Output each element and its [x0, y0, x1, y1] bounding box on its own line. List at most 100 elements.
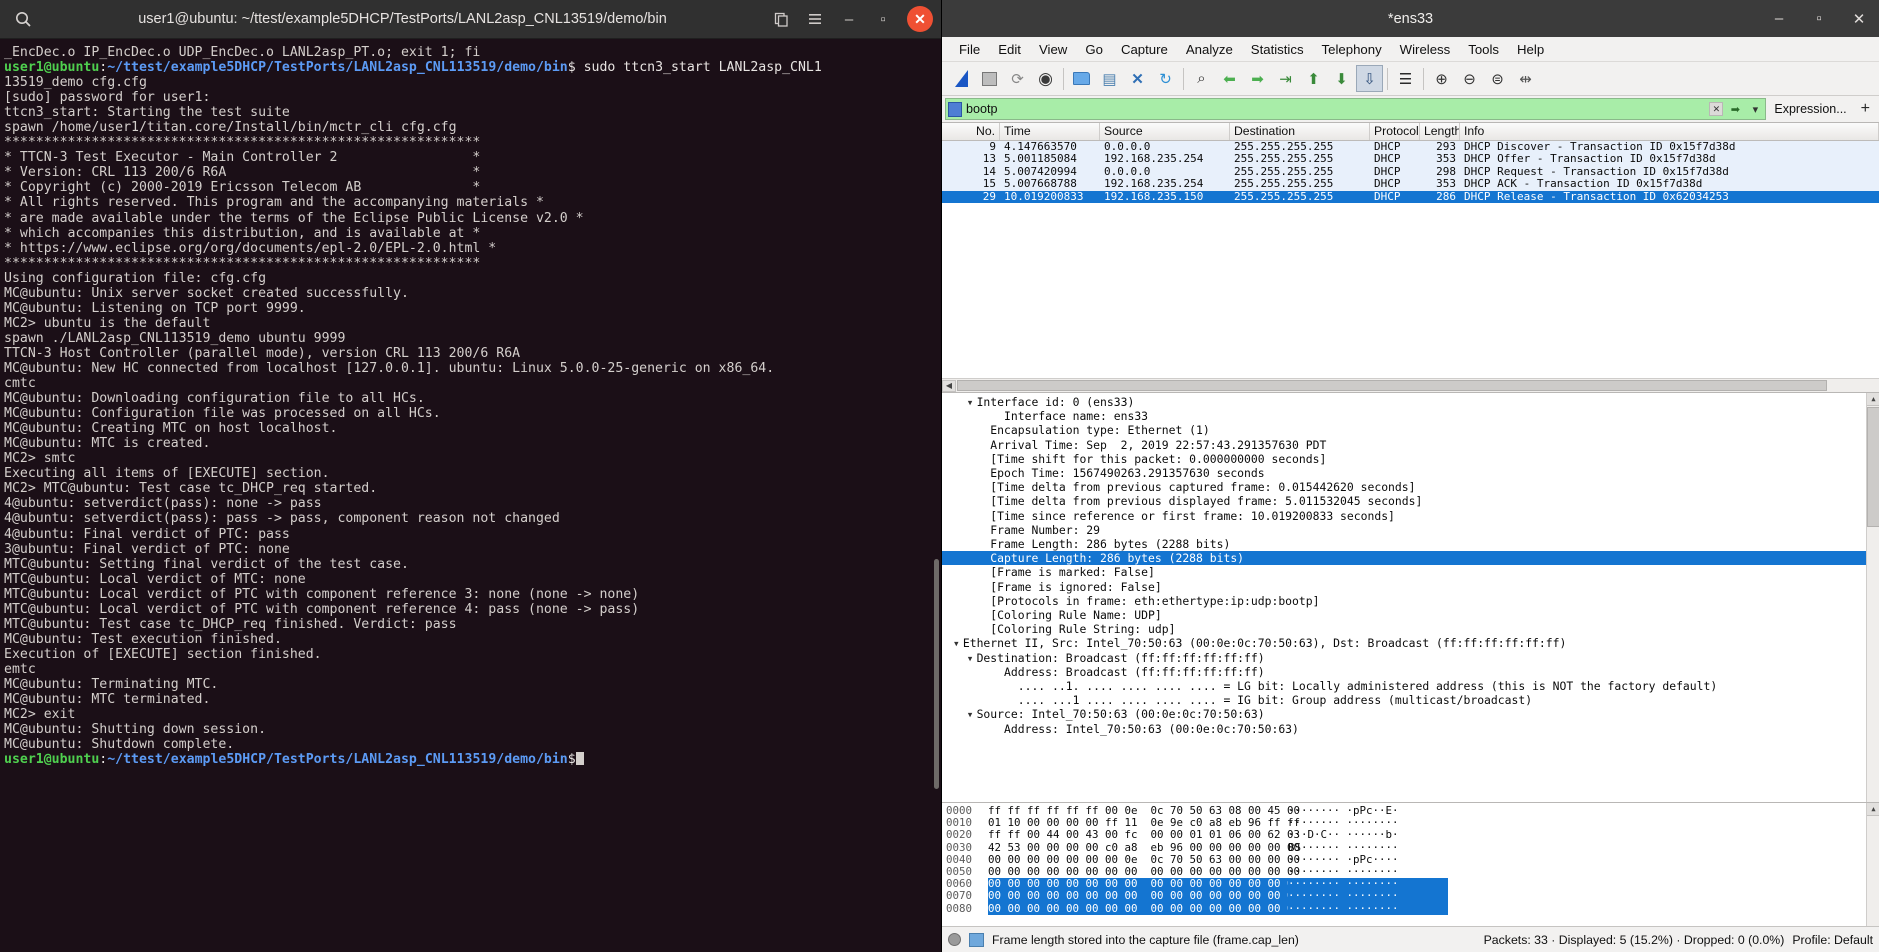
- open-file-icon[interactable]: [1068, 65, 1095, 92]
- packet-list-pane[interactable]: No. Time Source Destination Protocol Len…: [942, 122, 1879, 392]
- scroll-up-icon[interactable]: ▲: [1867, 803, 1879, 816]
- bookmark-icon[interactable]: [948, 101, 962, 117]
- detail-tree-row[interactable]: [Coloring Rule String: udp]: [942, 622, 1879, 636]
- normal-size-icon[interactable]: ⊜: [1484, 65, 1511, 92]
- detail-tree-row[interactable]: .... ...1 .... .... .... .... = IG bit: …: [942, 693, 1879, 707]
- minimize-icon[interactable]: –: [833, 3, 865, 35]
- chevron-down-icon[interactable]: ▾: [967, 651, 977, 665]
- column-header-info[interactable]: Info: [1460, 123, 1879, 140]
- detail-tree-row[interactable]: Address: Broadcast (ff:ff:ff:ff:ff:ff): [942, 665, 1879, 679]
- hex-dump-row[interactable]: 0030 42 53 00 00 00 00 c0 a8 eb 96 00 00 …: [942, 841, 1879, 854]
- status-profile[interactable]: Profile: Default: [1792, 933, 1873, 947]
- terminal-body[interactable]: _EncDec.o IP_EncDec.o UDP_EncDec.o LANL2…: [0, 39, 941, 952]
- menu-edit[interactable]: Edit: [989, 40, 1030, 59]
- maximize-icon[interactable]: ▫: [867, 3, 899, 35]
- reload-file-icon[interactable]: ↻: [1152, 65, 1179, 92]
- go-to-first-icon[interactable]: ⬆: [1300, 65, 1327, 92]
- detail-tree-row[interactable]: [Time since reference or first frame: 10…: [942, 509, 1879, 523]
- menu-go[interactable]: Go: [1076, 40, 1112, 59]
- packet-list-row[interactable]: 9 4.147663570 0.0.0.0 255.255.255.255 DHCP 29…: [942, 141, 1879, 154]
- go-forward-icon[interactable]: ➡: [1244, 65, 1271, 92]
- hex-vscrollbar[interactable]: ▲: [1866, 803, 1879, 926]
- zoom-in-icon[interactable]: ⊕: [1428, 65, 1455, 92]
- find-packet-icon[interactable]: ⌕: [1188, 65, 1215, 92]
- clear-filter-icon[interactable]: ✕: [1709, 102, 1724, 116]
- terminal-scrollbar[interactable]: [934, 559, 939, 789]
- packet-list-row[interactable]: 29 10.019200833 192.168.235.150 255.255.255…: [942, 190, 1879, 203]
- detail-vscrollbar[interactable]: ▲: [1866, 393, 1879, 802]
- menu-telephony[interactable]: Telephony: [1313, 40, 1391, 59]
- detail-tree-row[interactable]: [Frame is ignored: False]: [942, 580, 1879, 594]
- packet-bytes-pane[interactable]: 0000 ff ff ff ff ff ff 00 0e 0c 70 50 63 …: [942, 802, 1879, 926]
- column-header-time[interactable]: Time: [1000, 123, 1100, 140]
- packet-list-row[interactable]: 14 5.007420994 0.0.0.0 255.255.255.255 DHCP 2…: [942, 165, 1879, 179]
- detail-tree-row[interactable]: Capture Length: 286 bytes (2288 bits): [942, 551, 1879, 566]
- close-icon[interactable]: ✕: [1839, 2, 1879, 36]
- capture-file-properties-icon[interactable]: [969, 932, 984, 947]
- detail-tree-row[interactable]: [Time shift for this packet: 0.000000000…: [942, 452, 1879, 466]
- stop-capture-icon[interactable]: [976, 65, 1003, 92]
- detail-tree-row[interactable]: Encapsulation type: Ethernet (1): [942, 423, 1879, 437]
- detail-vscroll-thumb[interactable]: [1867, 407, 1879, 527]
- go-back-icon[interactable]: ⬅: [1216, 65, 1243, 92]
- column-header-destination[interactable]: Destination: [1230, 123, 1370, 140]
- chevron-down-icon[interactable]: ▾: [953, 636, 963, 650]
- save-file-icon[interactable]: ▤: [1096, 65, 1123, 92]
- detail-tree-row[interactable]: [Protocols in frame: eth:ethertype:ip:ud…: [942, 594, 1879, 608]
- wireshark-titlebar[interactable]: *ens33 – ▫ ✕: [942, 0, 1879, 37]
- column-header-no[interactable]: No.: [942, 123, 1000, 140]
- apply-filter-icon[interactable]: ➡: [1727, 100, 1743, 118]
- minimize-icon[interactable]: –: [1759, 2, 1799, 36]
- go-to-last-icon[interactable]: ⬇: [1328, 65, 1355, 92]
- scroll-up-icon[interactable]: ▲: [1867, 393, 1879, 406]
- close-icon[interactable]: ✕: [907, 6, 933, 32]
- packet-list-row[interactable]: 13 5.001185084 192.168.235.254 255.255.255.…: [942, 153, 1879, 166]
- add-filter-button[interactable]: +: [1855, 100, 1876, 118]
- auto-scroll-icon[interactable]: ⇩: [1356, 65, 1383, 92]
- start-capture-icon[interactable]: [948, 65, 975, 92]
- hex-dump-row[interactable]: 0080 00 00 00 00 00 00 00 00 00 00 00 00 …: [942, 902, 1879, 915]
- detail-tree-row[interactable]: [Time delta from previous captured frame…: [942, 480, 1879, 494]
- detail-tree-row[interactable]: ▾ Destination: Broadcast (ff:ff:ff:ff:ff:…: [942, 651, 1879, 665]
- packet-list-row[interactable]: 15 5.007668788 192.168.235.254 255.255.255.…: [942, 178, 1879, 191]
- detail-tree-row[interactable]: .... ..1. .... .... .... .... = LG bit: …: [942, 679, 1879, 693]
- menu-tools[interactable]: Tools: [1459, 40, 1508, 59]
- hex-dump-row[interactable]: 0070 00 00 00 00 00 00 00 00 00 00 00 00 …: [942, 890, 1879, 903]
- capture-options-icon[interactable]: ◉: [1032, 65, 1059, 92]
- detail-tree-row[interactable]: Interface name: ens33: [942, 409, 1879, 423]
- copy-icon[interactable]: [765, 3, 797, 35]
- detail-tree-row[interactable]: Arrival Time: Sep 2, 2019 22:57:43.29135…: [942, 438, 1879, 452]
- detail-tree-row[interactable]: ▾ Interface id: 0 (ens33): [942, 395, 1879, 409]
- display-filter-input[interactable]: bootp ✕ ➡ ▾: [945, 98, 1767, 120]
- packet-list-hscrollbar[interactable]: ◀: [942, 378, 1879, 392]
- detail-tree-row[interactable]: Epoch Time: 1567490263.291357630 seconds: [942, 466, 1879, 480]
- menu-wireless[interactable]: Wireless: [1391, 40, 1460, 59]
- search-icon[interactable]: [6, 2, 40, 36]
- chevron-down-icon[interactable]: ▾: [967, 707, 977, 721]
- filter-expression-button[interactable]: Expression...: [1768, 102, 1852, 116]
- display-filter-value[interactable]: bootp: [966, 102, 1705, 116]
- go-to-packet-icon[interactable]: ⇥: [1272, 65, 1299, 92]
- colorize-icon[interactable]: ☰: [1392, 65, 1419, 92]
- chevron-down-icon[interactable]: ▾: [967, 395, 977, 409]
- zoom-out-icon[interactable]: ⊖: [1456, 65, 1483, 92]
- detail-tree-row[interactable]: Address: Intel_70:50:63 (00:0e:0c:70:50:…: [942, 722, 1879, 736]
- menu-view[interactable]: View: [1030, 40, 1076, 59]
- menu-capture[interactable]: Capture: [1112, 40, 1177, 59]
- menu-statistics[interactable]: Statistics: [1242, 40, 1313, 59]
- column-header-source[interactable]: Source: [1100, 123, 1230, 140]
- menu-file[interactable]: File: [950, 40, 989, 59]
- detail-tree-row[interactable]: [Time delta from previous displayed fram…: [942, 494, 1879, 508]
- column-header-protocol[interactable]: Protocol: [1370, 123, 1420, 140]
- detail-tree-row[interactable]: ▾ Source: Intel_70:50:63 (00:0e:0c:70:50:…: [942, 707, 1879, 721]
- filter-dropdown-icon[interactable]: ▾: [1747, 100, 1763, 118]
- detail-tree-row[interactable]: ▾ Ethernet II, Src: Intel_70:50:63 (00:0e…: [942, 636, 1879, 650]
- column-header-length[interactable]: Length: [1420, 123, 1460, 140]
- scroll-left-icon[interactable]: ◀: [942, 379, 956, 392]
- menu-help[interactable]: Help: [1508, 40, 1553, 59]
- restart-capture-icon[interactable]: ⟳: [1004, 65, 1031, 92]
- hscroll-thumb[interactable]: [957, 380, 1827, 391]
- maximize-icon[interactable]: ▫: [1799, 2, 1839, 36]
- expert-info-icon[interactable]: [948, 933, 961, 946]
- hamburger-menu-icon[interactable]: [799, 3, 831, 35]
